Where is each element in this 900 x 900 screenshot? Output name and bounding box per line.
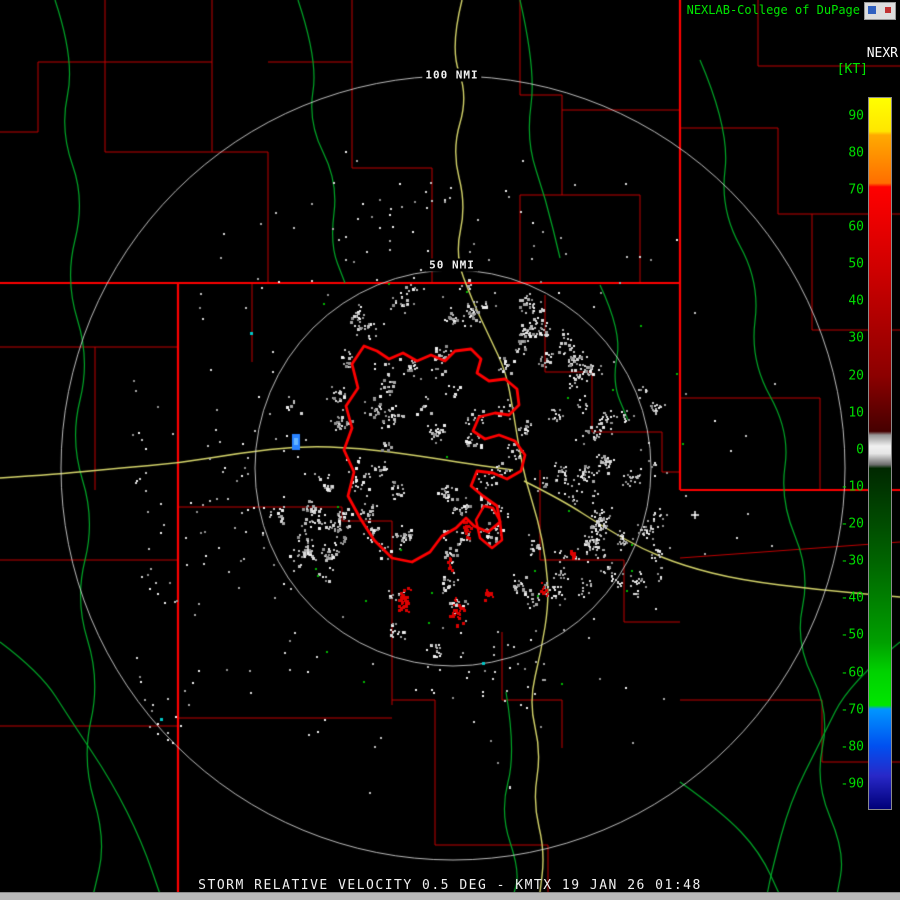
bottom-bar [0,892,900,900]
colorbar-tick-label: -60 [841,665,864,680]
colorbar-tick-label: -50 [841,628,864,643]
colorbar-tick-label: 50 [848,257,864,272]
colorbar-tick-label: -40 [841,591,864,606]
colorbar-tick-label: 40 [848,294,864,309]
colorbar-tick-label: -30 [841,554,864,569]
status-text: STORM RELATIVE VELOCITY 0.5 DEG - KMTX 1… [198,878,702,893]
colorbar-tick-label: -90 [841,777,864,792]
colorbar-tick-label: 10 [848,405,864,420]
colorbar-tick-label: 20 [848,368,864,383]
status-bar: STORM RELATIVE VELOCITY 0.5 DEG - KMTX 1… [0,878,900,893]
colorbar-tick-label: -80 [841,739,864,754]
colorbar-tick-label: 80 [848,145,864,160]
logo-pixel-blue [868,6,876,14]
colorbar-tick-label: -70 [841,702,864,717]
range-ring-label-50nmi: 50 NMI [426,259,478,272]
colorbar-tick-label: -10 [841,479,864,494]
radar-display: 100 NMI 50 NMI NEXLAB-College of DuPage … [0,0,900,900]
colorbar-tick-label: 70 [848,182,864,197]
colorbar-tick-label: 0 [856,442,864,457]
branding-text: NEXLAB-College of DuPage [687,3,860,17]
range-ring-label-100nmi: 100 NMI [422,69,481,82]
logo-pixel-red [885,7,891,13]
colorbar-tick-label: 60 [848,219,864,234]
colorbar-tick-label: -20 [841,517,864,532]
colorbar-title: NEXR [867,46,898,61]
colorbar-tick-label: 30 [848,331,864,346]
colorbar [868,97,892,810]
colorbar-units-label: [KT] [837,62,868,77]
radar-map-canvas[interactable] [0,0,900,900]
colorbar-tick-label: 90 [848,108,864,123]
nexlab-logo-icon [864,2,896,20]
